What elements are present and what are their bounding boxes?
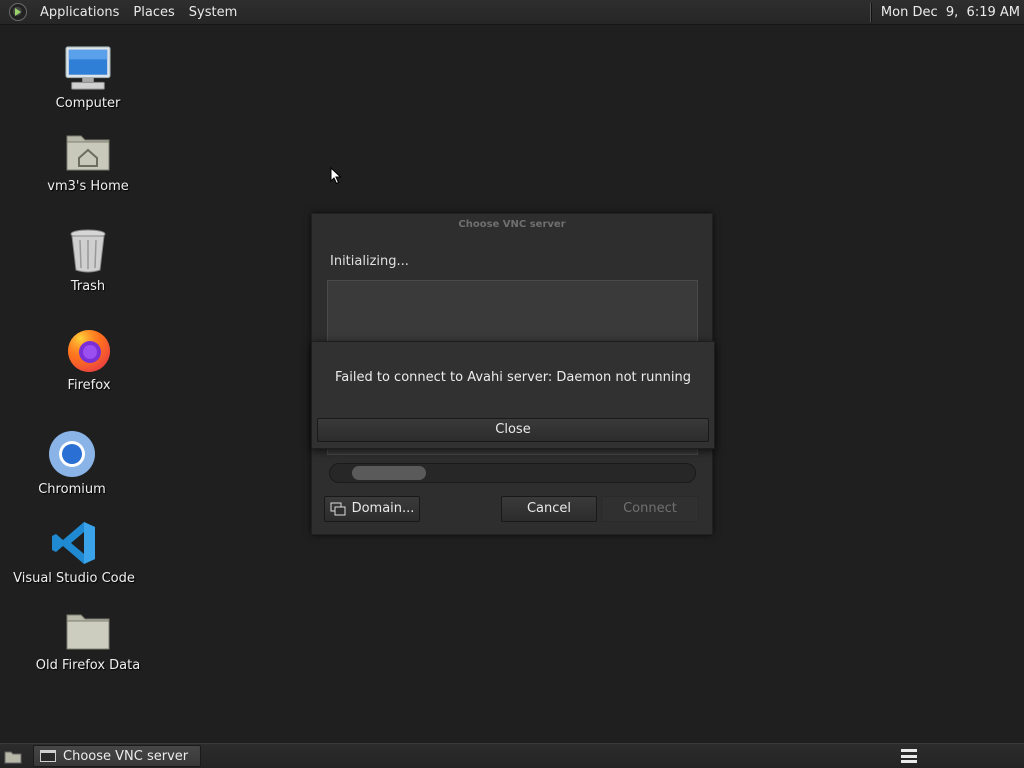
- menu-places[interactable]: Places: [126, 0, 181, 25]
- desktop-icon-firefox[interactable]: Firefox: [14, 326, 164, 393]
- domain-icon: [330, 502, 346, 516]
- firefox-icon: [65, 326, 113, 374]
- close-button[interactable]: Close: [317, 418, 709, 442]
- workspace-switcher-icon[interactable]: [901, 749, 917, 763]
- vscode-icon: [50, 519, 98, 567]
- home-folder-icon: [64, 127, 112, 175]
- menu-applications[interactable]: Applications: [33, 0, 126, 25]
- window-icon: [40, 750, 56, 762]
- desktop-icon-label: Computer: [55, 96, 121, 111]
- error-message: Failed to connect to Avahi server: Daemo…: [335, 370, 691, 385]
- error-dialog: Failed to connect to Avahi server: Daemo…: [311, 341, 715, 449]
- domain-button[interactable]: Domain...: [324, 496, 420, 522]
- desktop-icon-label: Chromium: [38, 482, 106, 497]
- desktop-icon-computer[interactable]: Computer: [13, 44, 163, 111]
- progress-pulse: [352, 466, 426, 480]
- show-desktop-icon[interactable]: [3, 748, 23, 765]
- taskbar-item-choose-vnc-server[interactable]: Choose VNC server: [33, 745, 201, 767]
- desktop-icon-label: Trash: [70, 279, 106, 294]
- taskbar-item-label: Choose VNC server: [63, 748, 189, 764]
- mate-logo-icon[interactable]: [9, 3, 27, 21]
- chromium-icon: [48, 430, 96, 478]
- cancel-button[interactable]: Cancel: [501, 496, 597, 522]
- desktop-icon-trash[interactable]: Trash: [13, 227, 163, 294]
- domain-button-label: Domain...: [351, 501, 415, 516]
- desktop-icon-label: Visual Studio Code: [13, 571, 135, 586]
- progress-bar: [329, 463, 696, 483]
- desktop-icon-vscode[interactable]: Visual Studio Code: [0, 519, 149, 586]
- top-panel: Applications Places System Mon Dec 9, 6:…: [0, 0, 1024, 25]
- computer-icon: [64, 44, 112, 92]
- panel-separator: [869, 2, 872, 22]
- desktop-icon-label: Old Firefox Data: [35, 658, 141, 673]
- mouse-cursor-icon: [330, 167, 342, 185]
- folder-icon: [64, 606, 112, 654]
- desktop-icon-old-firefox-data[interactable]: Old Firefox Data: [13, 606, 163, 673]
- trash-icon: [64, 227, 112, 275]
- status-text: Initializing...: [330, 254, 409, 269]
- bottom-panel: Choose VNC server: [0, 743, 1024, 768]
- desktop-icon-home[interactable]: vm3's Home: [13, 127, 163, 194]
- desktop-icon-label: vm3's Home: [47, 179, 129, 194]
- clock[interactable]: Mon Dec 9, 6:19 AM: [881, 5, 1020, 20]
- dialog-title: Choose VNC server: [458, 219, 566, 230]
- desktop-icon-label: Firefox: [67, 378, 111, 393]
- connect-button[interactable]: Connect: [601, 496, 699, 522]
- menu-system[interactable]: System: [182, 0, 244, 25]
- desktop-icon-chromium[interactable]: Chromium: [0, 430, 147, 497]
